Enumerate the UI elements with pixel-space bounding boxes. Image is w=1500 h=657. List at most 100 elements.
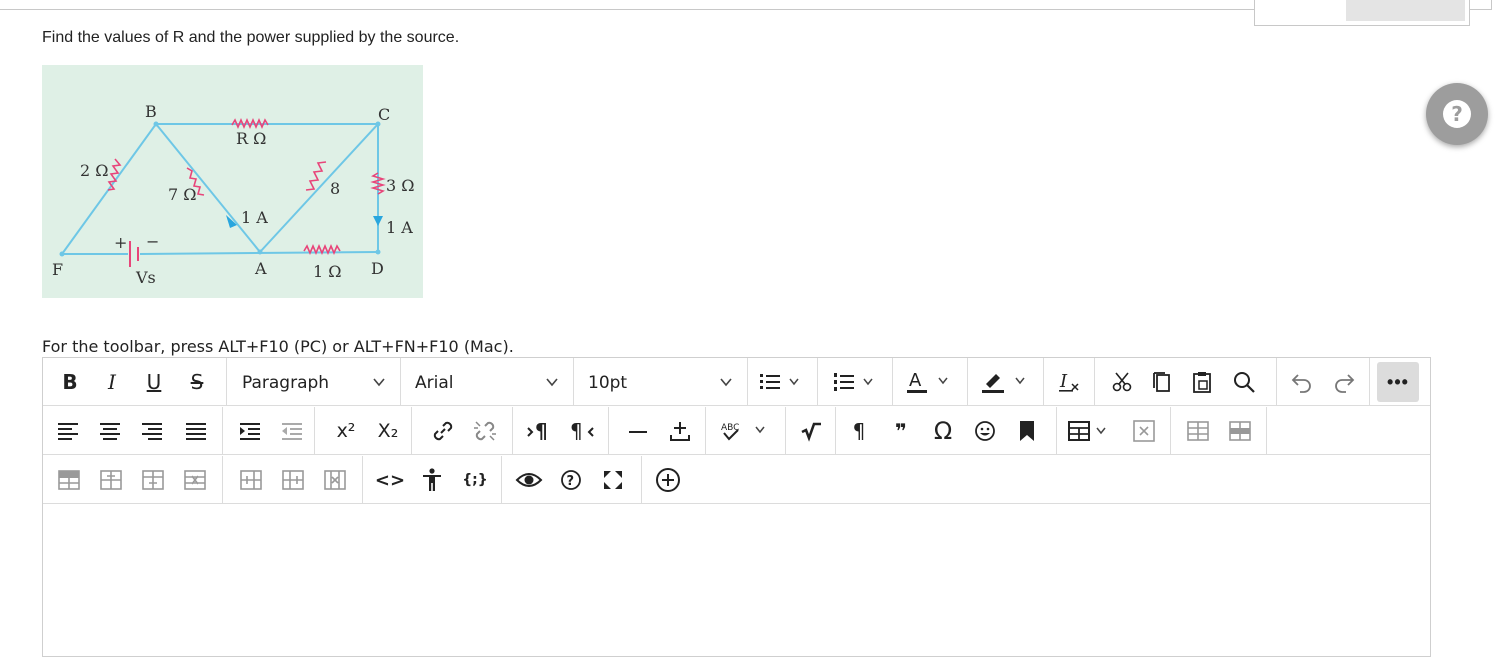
copy-button[interactable] bbox=[1147, 364, 1177, 400]
math-button[interactable] bbox=[796, 413, 826, 449]
bullet-list-group bbox=[748, 358, 818, 406]
row-insert-after-button[interactable] bbox=[97, 462, 125, 498]
paste-button[interactable] bbox=[1187, 364, 1217, 400]
blockquote-button[interactable]: ❞ bbox=[886, 413, 916, 449]
block-format-value: Paragraph bbox=[242, 373, 330, 393]
format-group: B I U S bbox=[43, 358, 227, 406]
subscript-button[interactable]: X₂ bbox=[373, 413, 403, 449]
special-char-button[interactable]: Ω bbox=[928, 413, 958, 449]
col-delete-button[interactable] bbox=[321, 462, 349, 498]
row-insert-before-button[interactable] bbox=[55, 462, 83, 498]
numbered-list-group bbox=[818, 358, 893, 406]
row-remove-icon bbox=[184, 470, 206, 490]
col-insert-after-button[interactable] bbox=[279, 462, 307, 498]
outdent-icon bbox=[282, 423, 302, 440]
bookmark-button[interactable] bbox=[1012, 413, 1042, 449]
table-cell-props-button[interactable] bbox=[1225, 413, 1255, 449]
paragraph-mark-button[interactable]: ¶ bbox=[844, 413, 874, 449]
table-group bbox=[1057, 407, 1171, 455]
row-delete-button[interactable] bbox=[139, 462, 167, 498]
italic-button[interactable]: I bbox=[99, 364, 125, 400]
insert-button[interactable] bbox=[665, 413, 695, 449]
cut-button[interactable] bbox=[1107, 364, 1137, 400]
one-ohm-label: 1 Ω bbox=[313, 262, 342, 281]
clipboard-group bbox=[1095, 358, 1277, 406]
underline-button[interactable]: U bbox=[141, 364, 167, 400]
node-b-label: B bbox=[145, 102, 157, 121]
redo-button[interactable] bbox=[1331, 364, 1357, 400]
alignment-group bbox=[43, 407, 223, 455]
code-button[interactable]: <> bbox=[375, 462, 405, 498]
ltr-button[interactable]: ¶ bbox=[525, 413, 555, 449]
add-content-button[interactable] bbox=[652, 462, 684, 498]
direction-group: ¶ ¶ bbox=[513, 407, 609, 455]
superscript-button[interactable]: x² bbox=[331, 413, 361, 449]
question-text: Find the values of R and the power suppl… bbox=[42, 29, 460, 46]
more-toolbar-button[interactable]: ••• bbox=[1377, 362, 1419, 402]
svg-text:A: A bbox=[909, 370, 922, 391]
highlight-color-button[interactable] bbox=[980, 364, 1034, 400]
text-color-button[interactable]: A bbox=[905, 364, 957, 400]
r-label: R Ω bbox=[236, 129, 266, 148]
table-row-props-button[interactable] bbox=[1183, 413, 1213, 449]
unlink-icon bbox=[474, 421, 496, 441]
square-root-icon bbox=[801, 422, 821, 442]
row-props-button[interactable] bbox=[181, 462, 209, 498]
fullscreen-button[interactable] bbox=[598, 462, 628, 498]
align-right-button[interactable] bbox=[139, 413, 165, 449]
one-amp-mid-label: 1 A bbox=[241, 208, 268, 227]
plus-label: + bbox=[114, 233, 127, 252]
delete-table-button[interactable] bbox=[1129, 413, 1159, 449]
align-center-button[interactable] bbox=[97, 413, 123, 449]
eye-icon bbox=[515, 473, 543, 487]
bullet-list-button[interactable] bbox=[758, 364, 808, 400]
editor-content-area[interactable] bbox=[43, 505, 1430, 655]
font-family-select[interactable]: Arial bbox=[401, 358, 574, 406]
find-button[interactable] bbox=[1229, 364, 1259, 400]
numbered-list-button[interactable] bbox=[832, 364, 882, 400]
three-ohm-label: 3 Ω bbox=[386, 176, 415, 195]
question-icon: ? bbox=[1443, 100, 1471, 128]
spellcheck-button[interactable]: ABC bbox=[718, 413, 772, 449]
col-insert-before-button[interactable] bbox=[237, 462, 265, 498]
indent-button[interactable] bbox=[237, 413, 263, 449]
redo-icon bbox=[1335, 374, 1355, 393]
emoji-button[interactable] bbox=[970, 413, 1000, 449]
align-left-icon bbox=[58, 423, 78, 440]
text-color-icon: A bbox=[907, 370, 948, 393]
block-format-select[interactable]: Paragraph bbox=[228, 358, 401, 406]
script-group: x² X₂ bbox=[315, 407, 412, 455]
node-f-label: F bbox=[52, 260, 63, 279]
spellcheck-icon: ABC bbox=[721, 423, 765, 441]
unlink-button[interactable] bbox=[470, 413, 500, 449]
top-right-bar bbox=[1346, 0, 1465, 21]
spellcheck-group: ABC bbox=[706, 407, 786, 455]
justify-button[interactable] bbox=[183, 413, 209, 449]
justify-icon bbox=[186, 423, 206, 440]
help-button[interactable]: ? bbox=[1426, 83, 1488, 145]
rich-text-editor[interactable]: B I U S Paragraph Arial 10pt A I ••• x² … bbox=[42, 357, 1431, 657]
help-shortcut-button[interactable]: ? bbox=[556, 462, 586, 498]
font-size-select[interactable]: 10pt bbox=[574, 358, 748, 406]
clear-formatting-button[interactable]: I bbox=[1056, 364, 1082, 400]
emoji-icon bbox=[975, 421, 995, 441]
undo-button[interactable] bbox=[1289, 364, 1315, 400]
ltr-icon: ¶ bbox=[527, 419, 548, 443]
search-icon bbox=[1234, 372, 1255, 393]
source-code-button[interactable]: {;} bbox=[459, 462, 491, 498]
link-button[interactable] bbox=[428, 413, 458, 449]
bold-button[interactable]: B bbox=[57, 364, 83, 400]
horizontal-line-button[interactable] bbox=[623, 413, 653, 449]
row-delete-icon bbox=[142, 470, 164, 490]
preview-button[interactable] bbox=[514, 462, 544, 498]
outdent-button[interactable] bbox=[279, 413, 305, 449]
accessibility-button[interactable] bbox=[417, 462, 447, 498]
table-col-ops-group bbox=[223, 456, 363, 504]
link-group bbox=[412, 407, 513, 455]
table-button[interactable] bbox=[1067, 413, 1113, 449]
rtl-button[interactable]: ¶ bbox=[567, 413, 597, 449]
math-group bbox=[786, 407, 836, 455]
vs-label: Vs bbox=[135, 268, 156, 287]
align-left-button[interactable] bbox=[55, 413, 81, 449]
strikethrough-button[interactable]: S bbox=[183, 364, 211, 400]
